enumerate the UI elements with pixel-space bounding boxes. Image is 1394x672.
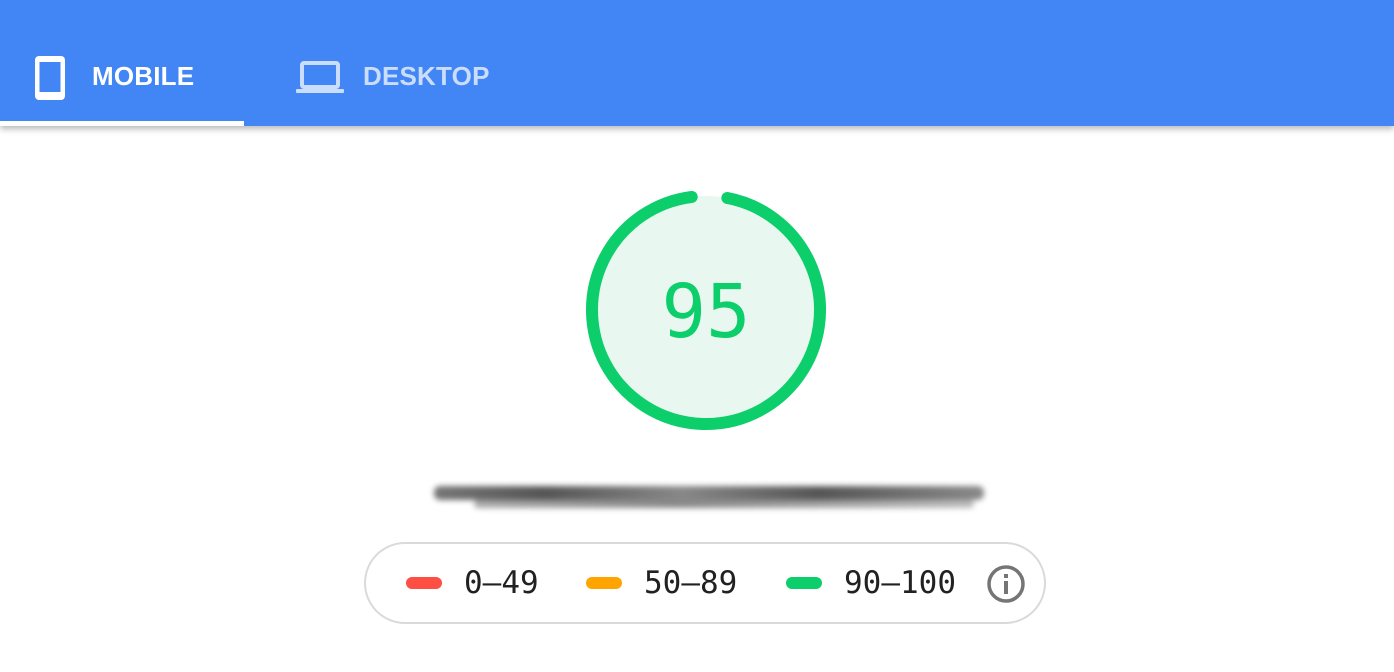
tab-mobile[interactable]: MOBILE xyxy=(0,0,244,126)
legend-item-fail: 0–49 xyxy=(406,544,539,622)
tab-desktop[interactable]: DESKTOP xyxy=(244,0,514,126)
legend-item-average: 50–89 xyxy=(586,544,737,622)
smartphone-icon xyxy=(35,56,65,105)
performance-score: 95 xyxy=(661,269,751,355)
legend-item-pass: 90–100 xyxy=(786,544,956,622)
info-icon[interactable] xyxy=(986,564,1026,604)
laptop-icon xyxy=(296,61,344,100)
legend-swatch-fail xyxy=(406,577,442,589)
tab-mobile-label: MOBILE xyxy=(92,61,195,91)
legend-label-pass: 90–100 xyxy=(844,565,956,601)
legend-swatch-average xyxy=(586,577,622,589)
device-tab-bar: MOBILE DESKTOP xyxy=(0,0,1394,126)
redacted-url xyxy=(434,470,990,522)
legend-label-average: 50–89 xyxy=(644,565,738,601)
score-legend: 0–49 50–89 90–100 xyxy=(364,542,1046,624)
legend-label-fail: 0–49 xyxy=(464,565,539,601)
tab-desktop-label: DESKTOP xyxy=(363,61,490,91)
legend-swatch-pass xyxy=(786,577,822,589)
active-tab-indicator xyxy=(0,121,244,126)
